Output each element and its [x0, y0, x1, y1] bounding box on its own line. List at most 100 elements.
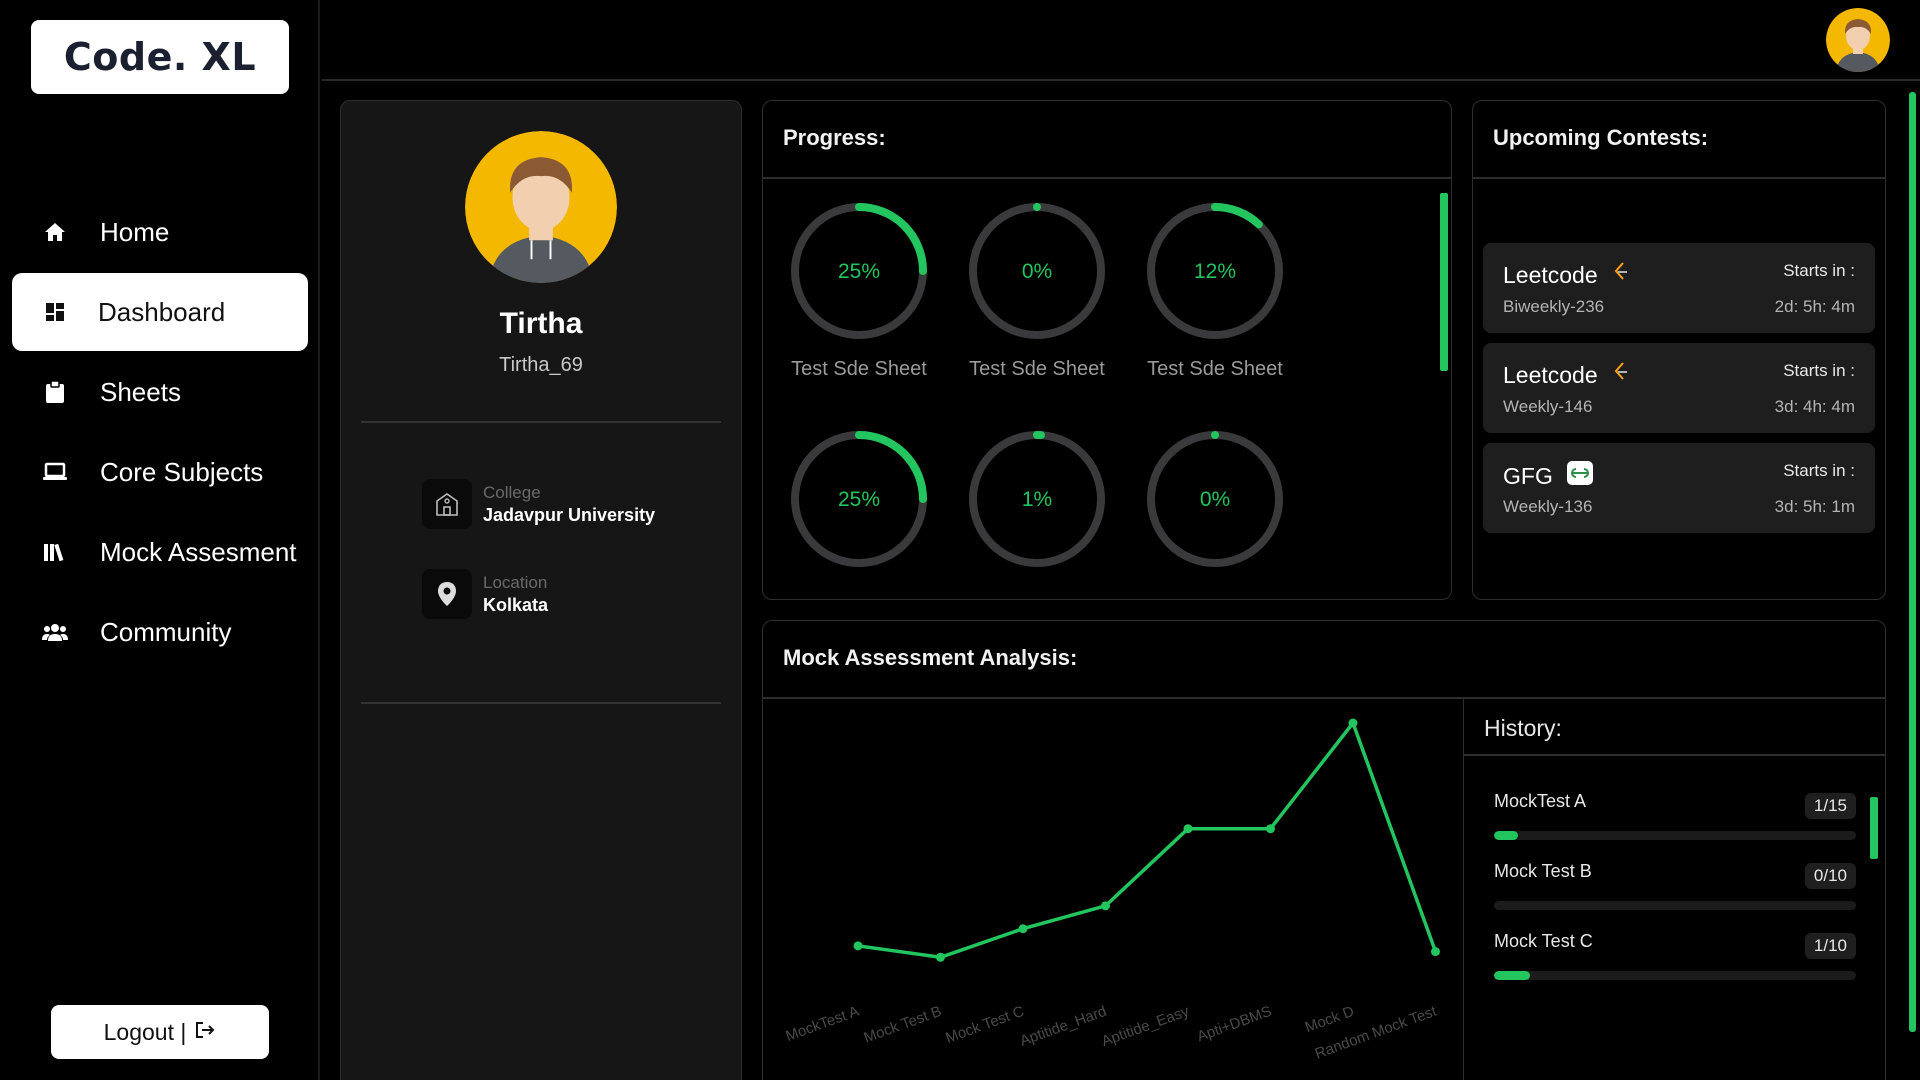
progress-ring-percent: 12% — [1194, 260, 1236, 283]
contests-title: Upcoming Contests: — [1493, 125, 1709, 150]
page-scrollbar[interactable] — [1906, 86, 1918, 1080]
contest-platform-name: Leetcode — [1503, 361, 1598, 388]
x-tick-label: Apti+DBMS — [1195, 1003, 1274, 1046]
nav-item-dashboard[interactable]: Dashboard — [12, 273, 308, 351]
progress-ring-label: Test Sde Sheet — [1147, 358, 1283, 380]
history-scroll-thumb[interactable] — [1870, 797, 1878, 859]
data-point — [853, 941, 863, 951]
contest-starts-label: Starts in : — [1783, 261, 1855, 280]
progress-ring[interactable]: 0% Test Sde Sheet — [967, 201, 1107, 381]
users-icon — [38, 615, 72, 649]
progress-ring[interactable]: 0% — [1145, 429, 1285, 574]
history-progress-bar — [1494, 971, 1856, 980]
profile-avatar — [465, 131, 617, 283]
contest-event: Weekly-136 — [1503, 497, 1593, 516]
history-item-score: 1/10 — [1804, 933, 1856, 959]
history-title: History: — [1484, 715, 1562, 741]
x-tick-label: Mock Test B — [862, 1003, 944, 1047]
user-avatar[interactable] — [1826, 8, 1890, 72]
profile-divider-bottom — [361, 702, 721, 704]
history-scrollbar[interactable] — [1868, 789, 1878, 975]
history-progress-bar — [1494, 831, 1856, 840]
books-icon — [38, 535, 72, 569]
progress-ring[interactable]: 12% Test Sde Sheet — [1145, 201, 1285, 381]
progress-ring[interactable]: 25% Test Sde Sheet — [789, 201, 929, 381]
contest-event: Biweekly-236 — [1503, 297, 1605, 316]
contest-platform-name: Leetcode — [1503, 261, 1598, 288]
history-item-score: 1/15 — [1804, 793, 1856, 819]
nav-menu: Home Dashboard Sheets Core Subjects Mock… — [12, 193, 308, 673]
history-item[interactable]: Mock Test B 0/10 — [1494, 861, 1856, 910]
progress-ring-graphic: 0% — [1147, 431, 1283, 567]
college-value: Jadavpur University — [483, 504, 656, 525]
laptop-icon — [38, 455, 72, 489]
progress-ring-percent: 0% — [1200, 488, 1230, 511]
x-tick-label: Aptitide_Easy — [1099, 1003, 1191, 1051]
x-tick-label: Aptitide_Hard — [1018, 1003, 1109, 1050]
contest-event: Weekly-146 — [1503, 397, 1593, 416]
gfg-icon — [1566, 461, 1593, 491]
leetcode-icon — [1612, 361, 1628, 389]
college-info: College Jadavpur University — [422, 479, 655, 529]
progress-ring-graphic: 1% — [969, 431, 1105, 567]
nav-label-dashboard: Dashboard — [98, 296, 226, 327]
profile-divider-top — [361, 421, 721, 423]
home-icon — [38, 215, 72, 249]
history-progress-fill — [1494, 971, 1531, 980]
contest-item[interactable]: Leetcode Weekly-146 Starts in : 3d: 4h: … — [1483, 343, 1875, 433]
logout-button[interactable]: Logout | — [51, 1005, 269, 1059]
contest-platform: Leetcode — [1503, 261, 1628, 289]
app-logo[interactable]: Code. XL — [31, 20, 289, 94]
progress-card: Progress: 25% Test Sde Sheet 0% Test Sde Sh… — [762, 100, 1452, 600]
history-progress-bar — [1494, 901, 1856, 910]
progress-ring-percent: 25% — [838, 488, 880, 511]
contest-platform-name: GFG — [1503, 462, 1553, 489]
nav-item-core-subjects[interactable]: Core Subjects — [12, 433, 308, 511]
history-item[interactable]: Mock Test C 1/10 — [1494, 931, 1856, 980]
nav-item-home[interactable]: Home — [12, 193, 308, 271]
leetcode-icon — [1612, 261, 1628, 289]
progress-ring[interactable]: 25% — [789, 429, 929, 574]
history-item[interactable]: MockTest A 1/15 — [1494, 791, 1856, 840]
location-label: Location — [483, 572, 548, 592]
nav-item-sheets[interactable]: Sheets — [12, 353, 308, 431]
series-line — [857, 721, 1438, 960]
mock-line-chart: MockTest A Mock Test B Mock Test C Aptitide… — [763, 699, 1463, 1080]
nav-label-community: Community — [100, 616, 232, 647]
progress-ring-percent: 0% — [1022, 260, 1052, 283]
mock-title: Mock Assessment Analysis: — [783, 645, 1078, 670]
data-point — [1266, 824, 1275, 834]
nav-item-community[interactable]: Community — [12, 593, 308, 671]
history-item-score: 0/10 — [1804, 863, 1856, 889]
college-label: College — [483, 482, 541, 502]
building-icon — [422, 479, 472, 529]
profile-card: Tirtha Tirtha_69 College Jadavpur Univer… — [340, 100, 742, 1080]
logout-label: Logout | — [103, 1018, 187, 1045]
nav-label-home: Home — [100, 216, 170, 247]
history-divider — [1464, 754, 1885, 756]
nav-label-sheets: Sheets — [100, 376, 181, 407]
nav-item-mock-assesment[interactable]: Mock Assesment — [12, 513, 308, 591]
contest-item[interactable]: GFG Weekly-136 Starts in : 3d: 5h: 1m — [1483, 443, 1875, 533]
location-info: Location Kolkata — [422, 569, 548, 619]
progress-ring-percent: 25% — [838, 260, 880, 283]
contest-starts-in: 3d: 4h: 4m — [1774, 397, 1855, 416]
page-scroll-thumb[interactable] — [1909, 92, 1916, 1032]
progress-scrollbar[interactable] — [1438, 181, 1448, 581]
app-logo-text: Code. XL — [63, 35, 257, 79]
progress-ring[interactable]: 1% — [967, 429, 1107, 574]
contest-platform: GFG — [1503, 461, 1593, 491]
progress-ring-label: Test Sde Sheet — [791, 358, 927, 380]
progress-ring-graphic: 25% — [791, 203, 927, 339]
contest-item[interactable]: Leetcode Biweekly-236 Starts in : 2d: 5h… — [1483, 243, 1875, 333]
mock-assessment-card: Mock Assessment Analysis: MockTest A Mock… — [762, 620, 1886, 1080]
x-tick-label: MockTest A — [783, 1003, 861, 1045]
history-item-name: Mock Test B — [1494, 861, 1592, 881]
history-item-name: Mock Test C — [1494, 931, 1593, 951]
location-value: Kolkata — [483, 594, 549, 615]
line-chart-svg: MockTest A Mock Test B Mock Test CAptitide… — [783, 718, 1440, 1063]
contest-starts-label: Starts in : — [1783, 361, 1855, 380]
clipboard-icon — [38, 375, 72, 409]
contest-starts-in: 3d: 5h: 1m — [1774, 497, 1855, 516]
progress-scroll-thumb[interactable] — [1440, 193, 1448, 371]
